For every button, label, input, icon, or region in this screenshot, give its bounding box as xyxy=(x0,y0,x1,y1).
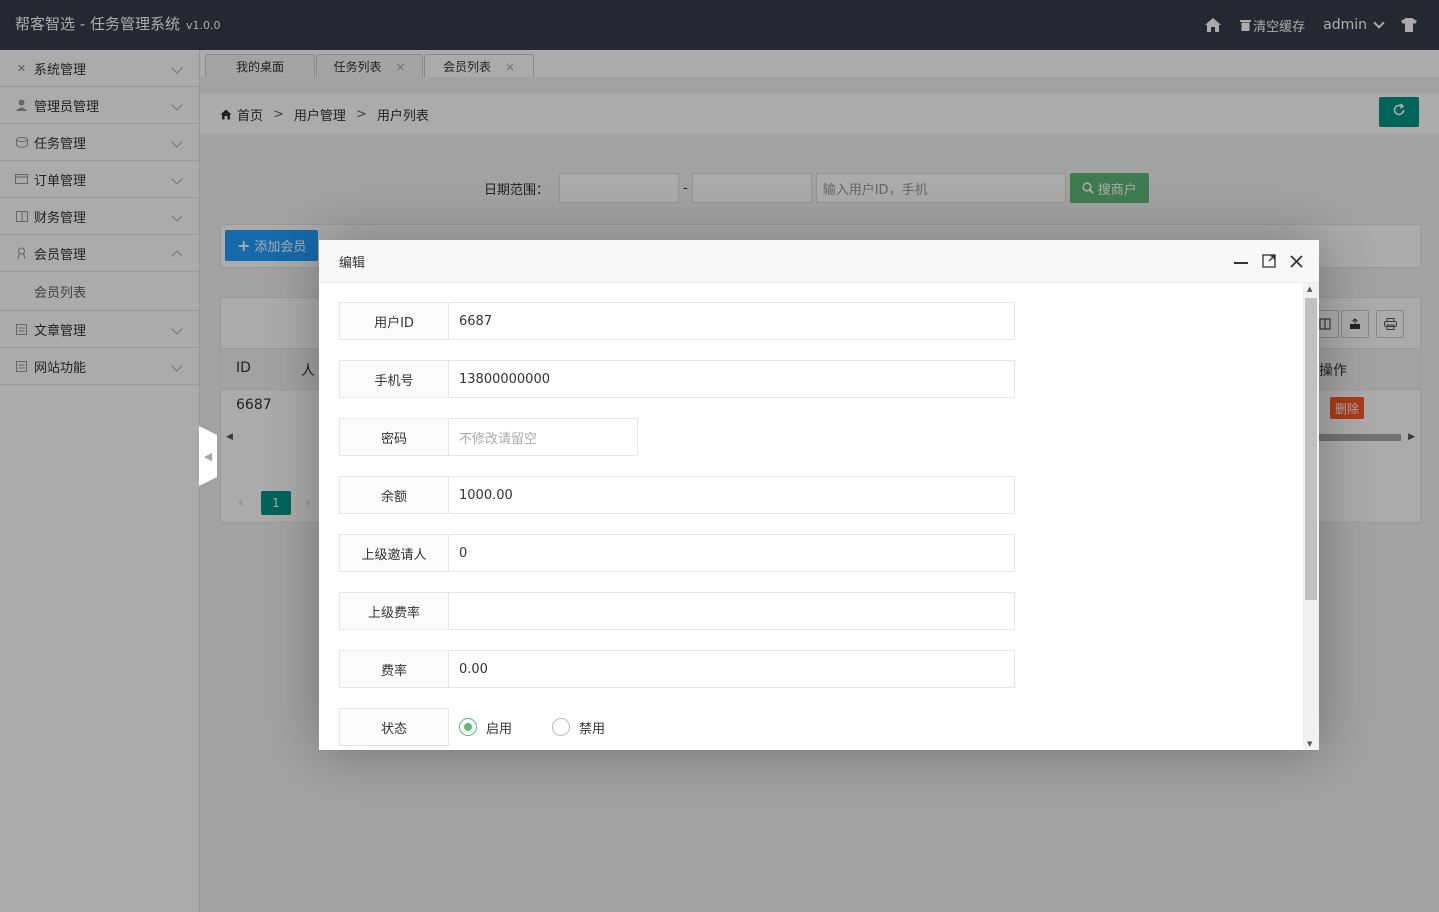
modal-body: 用户ID 6687 手机号 13800000000 密码 不修改请留空 余额 1… xyxy=(319,283,1303,750)
modal-title: 编辑 xyxy=(339,255,366,271)
field-label: 上级邀请人 xyxy=(339,534,449,572)
form-row-parent-rate: 上级费率 xyxy=(339,592,1015,630)
form-row-password: 密码 不修改请留空 xyxy=(339,418,638,456)
balance-field[interactable]: 1000.00 xyxy=(449,476,1015,514)
status-enable-radio[interactable]: 启用 xyxy=(459,718,512,737)
password-field[interactable]: 不修改请留空 xyxy=(449,418,638,456)
rate-field[interactable]: 0.00 xyxy=(449,650,1015,688)
form-row-user-id: 用户ID 6687 xyxy=(339,302,1015,340)
edit-modal: 编辑 用户ID 6687 手机号 13800000000 密码 不修改请留空 余… xyxy=(319,240,1319,750)
phone-field[interactable]: 13800000000 xyxy=(449,360,1015,398)
parent-rate-field[interactable] xyxy=(449,592,1015,630)
scroll-up-icon[interactable]: ▲ xyxy=(1307,285,1312,293)
status-disable-radio[interactable]: 禁用 xyxy=(552,718,605,737)
modal-scrollbar[interactable]: ▲ ▼ xyxy=(1303,283,1319,750)
user-id-field[interactable]: 6687 xyxy=(449,302,1015,340)
sidebar-collapse-handle[interactable]: ◀ xyxy=(199,426,217,486)
radio-label: 启用 xyxy=(486,721,513,737)
field-label: 余额 xyxy=(339,476,449,514)
form-row-phone: 手机号 13800000000 xyxy=(339,360,1015,398)
scroll-thumb[interactable] xyxy=(1305,298,1317,600)
field-label: 费率 xyxy=(339,650,449,688)
field-label: 上级费率 xyxy=(339,592,449,630)
form-row-inviter: 上级邀请人 0 xyxy=(339,534,1015,572)
form-row-rate: 费率 0.00 xyxy=(339,650,1015,688)
radio-unchecked-icon xyxy=(552,718,571,736)
form-row-status: 状态 启用 禁用 xyxy=(339,708,635,746)
field-label: 手机号 xyxy=(339,360,449,398)
radio-label: 禁用 xyxy=(579,721,606,737)
inviter-field[interactable]: 0 xyxy=(449,534,1015,572)
modal-header: 编辑 xyxy=(319,240,1319,283)
field-label: 状态 xyxy=(339,708,449,746)
radio-checked-icon xyxy=(459,718,477,736)
caret-left-icon: ◀ xyxy=(203,449,213,463)
form-row-balance: 余额 1000.00 xyxy=(339,476,1015,514)
field-label: 密码 xyxy=(339,418,449,456)
field-label: 用户ID xyxy=(339,302,449,340)
close-icon[interactable] xyxy=(1290,254,1303,268)
maximize-icon[interactable] xyxy=(1262,254,1276,268)
scroll-down-icon[interactable]: ▼ xyxy=(1307,740,1312,748)
minimize-icon[interactable] xyxy=(1234,262,1248,264)
